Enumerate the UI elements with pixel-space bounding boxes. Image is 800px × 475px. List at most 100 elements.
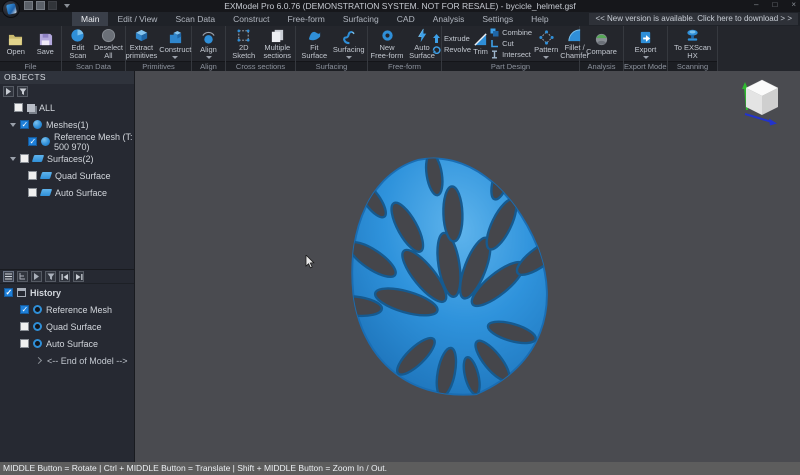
tree-item-history-root[interactable]: History bbox=[0, 284, 134, 301]
menu-edit-view[interactable]: Edit / View bbox=[108, 12, 166, 26]
cut-button[interactable]: Cut bbox=[490, 39, 532, 48]
menu-scan-data[interactable]: Scan Data bbox=[166, 12, 224, 26]
filter-icon[interactable] bbox=[17, 86, 28, 97]
combine-button[interactable]: Combine bbox=[490, 28, 532, 37]
extrude-icon bbox=[432, 33, 440, 43]
cut-icon bbox=[491, 40, 499, 48]
checkbox[interactable] bbox=[20, 339, 29, 348]
tree-item-meshes[interactable]: Meshes(1) bbox=[0, 116, 134, 133]
layers-icon bbox=[27, 103, 35, 112]
viewport-3d[interactable] bbox=[135, 71, 800, 462]
tree-item-quad-surface[interactable]: Quad Surface bbox=[0, 167, 134, 184]
ribbon-group-surfacing: Fit Surface Surfacing Surfacing bbox=[296, 26, 368, 71]
expand-chevron-icon[interactable] bbox=[10, 122, 16, 127]
history-filter-icon[interactable] bbox=[45, 271, 56, 282]
menu-help[interactable]: Help bbox=[522, 12, 557, 26]
close-button[interactable]: × bbox=[791, 0, 796, 9]
checkbox[interactable] bbox=[28, 171, 37, 180]
feature-icon bbox=[33, 305, 42, 314]
construct-button[interactable]: Construct bbox=[159, 29, 191, 59]
new-free-form-button[interactable]: New Free-form bbox=[371, 27, 404, 60]
combine-icon bbox=[490, 28, 499, 37]
surface-icon bbox=[31, 155, 45, 162]
objects-toolbar bbox=[0, 84, 134, 99]
tree-item-history-reference-mesh[interactable]: Reference Mesh bbox=[0, 301, 134, 318]
2d-sketch-button[interactable]: 2D Sketch bbox=[228, 27, 260, 60]
compare-button[interactable]: Compare bbox=[585, 31, 618, 56]
tree-item-reference-mesh[interactable]: Reference Mesh (T: 500 970) bbox=[0, 132, 134, 152]
step-first-icon[interactable] bbox=[59, 271, 70, 282]
open-button[interactable]: Open bbox=[2, 31, 30, 56]
ribbon-group-label: Export Model bbox=[624, 61, 667, 71]
construct-icon bbox=[169, 30, 181, 43]
history-tree-view-icon[interactable] bbox=[17, 271, 28, 282]
checkbox[interactable] bbox=[4, 288, 13, 297]
pattern-button[interactable]: Pattern bbox=[534, 29, 558, 59]
objects-section: OBJECTS ALL ✓ Meshes(1) ✓ Reference Mesh… bbox=[0, 71, 134, 201]
extract-primitives-button[interactable]: Extract primitives bbox=[126, 27, 157, 60]
history-flag-icon[interactable] bbox=[31, 271, 42, 282]
align-button[interactable]: Align bbox=[194, 29, 223, 59]
maximize-button[interactable]: □ bbox=[772, 0, 777, 9]
dropdown-caret-icon bbox=[345, 55, 352, 59]
menu-surfacing[interactable]: Surfacing bbox=[334, 12, 388, 26]
new-free-form-icon bbox=[381, 30, 393, 41]
history-list-view-icon[interactable] bbox=[3, 271, 14, 282]
minimize-button[interactable]: – bbox=[754, 0, 758, 9]
step-last-icon[interactable] bbox=[73, 271, 84, 282]
feature-icon bbox=[33, 339, 42, 348]
ribbon-group-label: Scanning bbox=[668, 61, 717, 71]
tree-item-all[interactable]: ALL bbox=[0, 99, 134, 116]
helmet-3d-model[interactable] bbox=[303, 128, 588, 398]
menu-free-form[interactable]: Free-form bbox=[279, 12, 334, 26]
app-logo-icon[interactable] bbox=[2, 0, 20, 18]
navigation-cube[interactable] bbox=[740, 77, 784, 127]
checkbox[interactable] bbox=[14, 103, 23, 112]
save-button[interactable]: Save bbox=[32, 31, 60, 56]
to-exscan-hx-button[interactable]: To EXScan HX bbox=[671, 27, 715, 60]
dropdown-caret-icon bbox=[205, 55, 212, 59]
checkbox[interactable] bbox=[28, 137, 37, 146]
multiple-sections-button[interactable]: Multiple sections bbox=[262, 27, 294, 60]
deselect-all-button[interactable]: Deselect All bbox=[94, 27, 123, 60]
expand-chevron-icon[interactable] bbox=[10, 156, 16, 161]
menu-construct[interactable]: Construct bbox=[224, 12, 278, 26]
tree-item-history-auto-surface[interactable]: Auto Surface bbox=[0, 335, 134, 352]
main-area: OBJECTS ALL ✓ Meshes(1) ✓ Reference Mesh… bbox=[0, 71, 800, 462]
surfacing-button[interactable]: Surfacing bbox=[333, 29, 366, 59]
fit-surface-button[interactable]: Fit Surface bbox=[298, 27, 331, 60]
tree-item-auto-surface[interactable]: Auto Surface bbox=[0, 184, 134, 201]
checkbox[interactable] bbox=[20, 154, 29, 163]
tree-item-end-of-model: <-- End of Model --> bbox=[0, 352, 134, 369]
revolve-button[interactable]: Revolve bbox=[432, 45, 471, 54]
window-title: EXModel Pro 6.0.76 (DEMONSTRATION SYSTEM… bbox=[224, 1, 576, 11]
update-notification-link[interactable]: << New version is available. Click here … bbox=[589, 13, 798, 25]
tree-item-surfaces[interactable]: Surfaces(2) bbox=[0, 150, 134, 167]
ribbon-group-analysis: Compare Analysis bbox=[580, 26, 624, 71]
show-all-flag-icon[interactable] bbox=[3, 86, 14, 97]
checkbox[interactable] bbox=[28, 188, 37, 197]
app-window: EXModel Pro 6.0.76 (DEMONSTRATION SYSTEM… bbox=[0, 0, 800, 475]
checkbox[interactable] bbox=[20, 305, 29, 314]
ribbon-group-label: Analysis bbox=[580, 61, 623, 71]
end-of-model-icon bbox=[34, 356, 43, 365]
checkbox[interactable] bbox=[20, 120, 29, 129]
history-section: History Reference Mesh Quad Surface bbox=[0, 269, 134, 369]
menu-analysis[interactable]: Analysis bbox=[424, 12, 474, 26]
checkbox[interactable] bbox=[20, 322, 29, 331]
tree-item-history-quad-surface[interactable]: Quad Surface bbox=[0, 318, 134, 335]
intersect-button[interactable]: Intersect bbox=[490, 50, 532, 59]
menu-cad[interactable]: CAD bbox=[388, 12, 424, 26]
export-button[interactable]: Export bbox=[629, 29, 662, 59]
ribbon-group-label: Scan Data bbox=[62, 61, 125, 71]
history-icon bbox=[17, 288, 26, 297]
menu-settings[interactable]: Settings bbox=[473, 12, 522, 26]
menu-main[interactable]: Main bbox=[72, 12, 109, 26]
trim-icon bbox=[474, 33, 487, 46]
title-bar: EXModel Pro 6.0.76 (DEMONSTRATION SYSTEM… bbox=[0, 0, 800, 18]
ribbon-group-part-design: Extrude Revolve Trim Combine Cut Interse… bbox=[432, 26, 589, 71]
align-icon bbox=[202, 31, 215, 44]
extrude-button[interactable]: Extrude bbox=[432, 33, 471, 43]
trim-button[interactable]: Trim bbox=[473, 31, 488, 56]
edit-scan-button[interactable]: Edit Scan bbox=[64, 27, 92, 60]
